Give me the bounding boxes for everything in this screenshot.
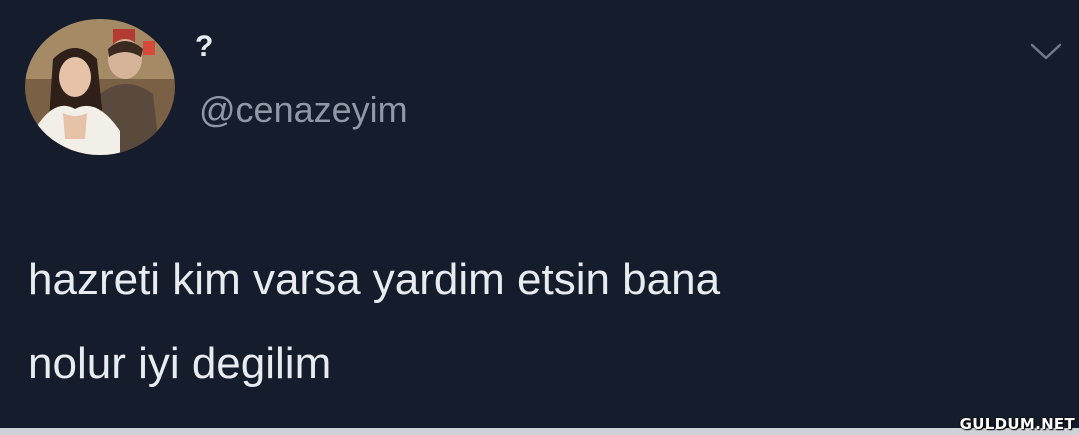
tweet-text-line: hazreti kim varsa yardim etsin bana bbox=[28, 255, 721, 304]
tweet-text-line: nolur iyi degilim bbox=[28, 339, 332, 388]
tweet-text: hazreti kim varsa yardim etsin bana nolu… bbox=[28, 238, 1008, 406]
tweet-card: ? @cenazeyim hazreti kim varsa yardim et… bbox=[0, 0, 1079, 435]
user-handle[interactable]: @cenazeyim bbox=[199, 89, 408, 131]
display-name[interactable]: ? bbox=[195, 30, 213, 64]
bottom-divider bbox=[0, 428, 1079, 435]
watermark: GULDUM.NET bbox=[959, 415, 1075, 433]
avatar-image bbox=[25, 19, 175, 155]
chevron-down-icon[interactable] bbox=[1027, 40, 1065, 64]
avatar[interactable] bbox=[25, 19, 175, 155]
